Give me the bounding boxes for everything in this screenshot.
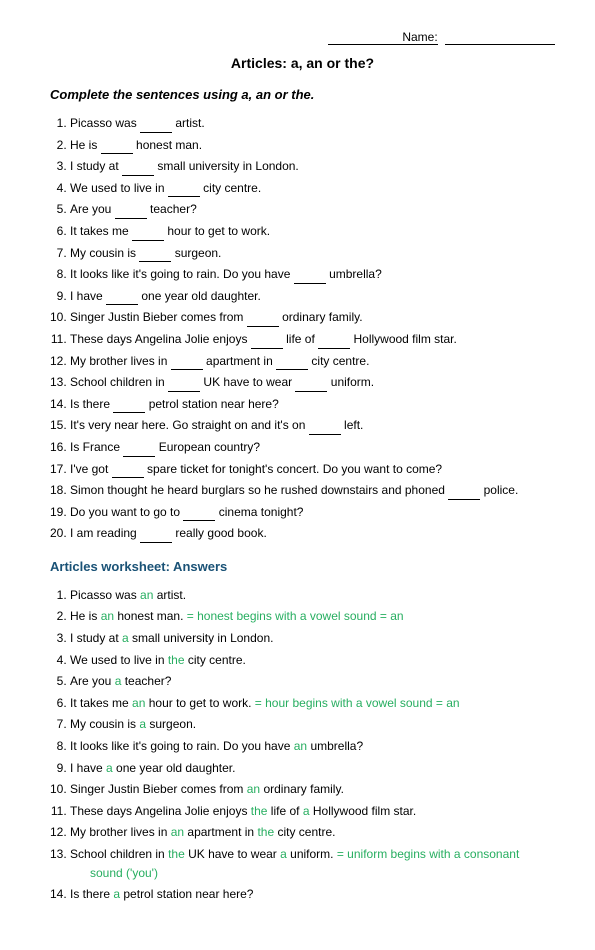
answer-item: Singer Justin Bieber comes from an ordin…	[70, 780, 555, 799]
blank	[171, 358, 203, 370]
blank	[318, 337, 350, 349]
answer-item: My cousin is a surgeon.	[70, 715, 555, 734]
answer-word: a	[106, 761, 113, 775]
list-item: Is France European country?	[70, 438, 555, 457]
answer-word2: a	[303, 804, 310, 818]
main-title: Articles: a, an or the?	[50, 55, 555, 71]
answer-note-continuation: sound ('you')	[90, 864, 555, 883]
answer-note: = hour begins with a vowel sound = an	[255, 696, 460, 710]
questions-list: Picasso was artist. He is honest man. I …	[50, 114, 555, 543]
blank	[140, 121, 172, 133]
answer-word2: the	[257, 825, 274, 839]
list-item: These days Angelina Jolie enjoys life of…	[70, 330, 555, 349]
answer-word: the	[251, 804, 268, 818]
blank	[183, 509, 215, 521]
answer-word: the	[168, 653, 185, 667]
answer-item: We used to live in the city centre.	[70, 651, 555, 670]
blank	[106, 293, 138, 305]
list-item: Singer Justin Bieber comes from ordinary…	[70, 308, 555, 327]
name-label: Name:	[328, 30, 438, 45]
answer-word: an	[294, 739, 307, 753]
blank	[295, 380, 327, 392]
list-item: School children in UK have to wear unifo…	[70, 373, 555, 392]
blank	[251, 337, 283, 349]
list-item: It's very near here. Go straight on and …	[70, 416, 555, 435]
answer-item: I have a one year old daughter.	[70, 759, 555, 778]
answer-item: Is there a petrol station near here?	[70, 885, 555, 904]
answer-word: a	[113, 887, 120, 901]
blank	[139, 250, 171, 262]
answer-item: It looks like it's going to rain. Do you…	[70, 737, 555, 756]
answer-item: He is an honest man. = honest begins wit…	[70, 607, 555, 626]
answer-item: These days Angelina Jolie enjoys the lif…	[70, 802, 555, 821]
answer-word: an	[101, 609, 114, 623]
section2-heading: Articles worksheet: Answers	[50, 559, 555, 574]
answer-item: School children in the UK have to wear a…	[70, 845, 555, 882]
blank	[247, 315, 279, 327]
section1-heading: Complete the sentences using a, an or th…	[50, 87, 555, 102]
blank	[123, 445, 155, 457]
name-field[interactable]	[445, 30, 555, 45]
blank	[113, 401, 145, 413]
answer-item: Picasso was an artist.	[70, 586, 555, 605]
list-item: My cousin is surgeon.	[70, 244, 555, 263]
list-item: I have one year old daughter.	[70, 287, 555, 306]
answer-word: a	[115, 674, 122, 688]
list-item: He is honest man.	[70, 136, 555, 155]
answer-note: = uniform begins with a consonant	[337, 847, 519, 861]
list-item: I am reading really good book.	[70, 524, 555, 543]
blank	[101, 142, 133, 154]
list-item: Is there petrol station near here?	[70, 395, 555, 414]
blank	[276, 358, 308, 370]
answer-word: a	[139, 717, 146, 731]
answer-word2: a	[280, 847, 287, 861]
blank	[140, 531, 172, 543]
answer-item: I study at a small university in London.	[70, 629, 555, 648]
answer-word: the	[168, 847, 185, 861]
blank	[309, 423, 341, 435]
answer-word: an	[132, 696, 145, 710]
list-item: My brother lives in apartment in city ce…	[70, 352, 555, 371]
list-item: It looks like it's going to rain. Do you…	[70, 265, 555, 284]
list-item: Picasso was artist.	[70, 114, 555, 133]
list-item: We used to live in city centre.	[70, 179, 555, 198]
blank	[448, 488, 480, 500]
answer-word: an	[247, 782, 260, 796]
answers-list: Picasso was an artist. He is an honest m…	[50, 586, 555, 904]
answer-word: an	[171, 825, 184, 839]
blank	[168, 185, 200, 197]
answer-note: = honest begins with a vowel sound = an	[187, 609, 404, 623]
list-item: Simon thought he heard burglars so he ru…	[70, 481, 555, 500]
name-line: Name:	[50, 30, 555, 45]
blank	[115, 207, 147, 219]
answer-item: My brother lives in an apartment in the …	[70, 823, 555, 842]
answer-item: It takes me an hour to get to work. = ho…	[70, 694, 555, 713]
list-item: Do you want to go to cinema tonight?	[70, 503, 555, 522]
list-item: I've got spare ticket for tonight's conc…	[70, 460, 555, 479]
blank	[132, 229, 164, 241]
list-item: Are you teacher?	[70, 200, 555, 219]
list-item: I study at small university in London.	[70, 157, 555, 176]
blank	[122, 164, 154, 176]
answer-item: Are you a teacher?	[70, 672, 555, 691]
answer-word: an	[140, 588, 153, 602]
blank	[112, 466, 144, 478]
blank	[294, 272, 326, 284]
blank	[168, 380, 200, 392]
list-item: It takes me hour to get to work.	[70, 222, 555, 241]
answer-word: a	[122, 631, 129, 645]
